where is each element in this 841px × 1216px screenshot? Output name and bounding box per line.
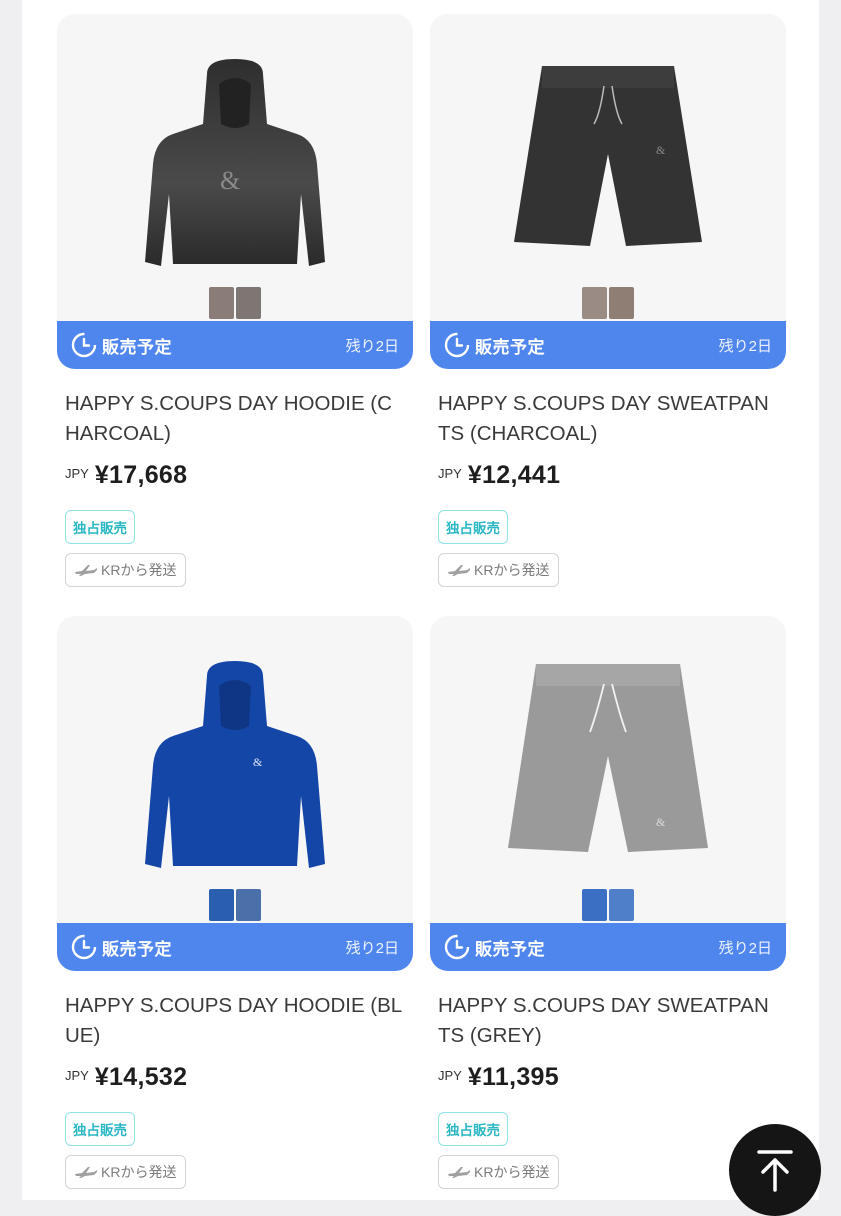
sale-status-bar: 販売予定 残り2日 [57,321,413,369]
svg-text:&: & [656,143,666,157]
svg-text:&: & [253,755,263,769]
currency-label: JPY [65,466,89,481]
member-photo [209,287,234,319]
svg-text:&: & [220,166,240,195]
member-photo [236,889,261,921]
product-grid: & 販売予定 残り2日 HAPPY S.COUPS DAY HOODIE (CH… [22,0,819,1200]
sale-status-bar: 販売予定 残り2日 [57,923,413,971]
airplane-icon [448,565,470,576]
member-thumbnails [430,287,786,319]
sale-status-label: 販売予定 [475,939,545,959]
clock-icon [444,332,470,358]
airplane-icon [75,1167,97,1178]
product-title[interactable]: HAPPY S.COUPS DAY SWEATPANTS (CHARCOAL) [438,389,778,449]
member-photo [209,889,234,921]
member-photo [609,287,634,319]
sale-status-label: 販売予定 [475,337,545,357]
currency-label: JPY [65,1068,89,1083]
days-remaining: 残り2日 [718,939,772,957]
clock-icon [444,934,470,960]
product-title[interactable]: HAPPY S.COUPS DAY HOODIE (BLUE) [65,991,405,1051]
product-card[interactable]: & 販売予定 残り2日 HAPPY S.COUPS DAY HOODIE (CH… [57,14,413,587]
airplane-icon [75,565,97,576]
svg-text:&: & [656,815,666,829]
sale-status-label: 販売予定 [102,337,172,357]
currency-label: JPY [438,466,462,481]
member-photo [582,889,607,921]
price-row: JPY ¥12,441 [438,461,778,490]
product-card[interactable]: & 販売予定 残り2日 HAPPY S.COUPS DAY SWEATPANTS… [430,14,786,587]
scroll-to-top-button[interactable] [729,1124,821,1216]
shipping-badge: KRから発送 [438,553,560,587]
days-remaining: 残り2日 [718,337,772,355]
price-value: ¥12,441 [467,461,561,489]
shorts-icon: & [514,66,702,246]
clock-icon [71,934,97,960]
price-value: ¥17,668 [94,461,188,489]
price-row: JPY ¥17,668 [65,461,405,490]
hoodie-icon: & [145,661,325,868]
days-remaining: 残り2日 [345,939,399,957]
currency-label: JPY [438,1068,462,1083]
product-image[interactable]: & 販売予定 残り2日 [57,616,413,971]
member-thumbnails [430,889,786,921]
shorts-icon: & [508,664,708,852]
exclusive-badge: 独占販売 [65,510,135,544]
member-thumbnails [57,889,413,921]
member-photo [582,287,607,319]
shipping-label: KRから発送 [474,562,550,578]
sale-status-bar: 販売予定 残り2日 [430,923,786,971]
sale-status-label: 販売予定 [102,939,172,959]
member-photo [609,889,634,921]
airplane-icon [448,1167,470,1178]
exclusive-badge: 独占販売 [438,510,508,544]
shipping-label: KRから発送 [101,562,177,578]
product-card[interactable]: & 販売予定 残り2日 HAPPY S.COUPS DAY SWEATPANTS… [430,616,786,1189]
arrow-up-icon [757,1150,793,1192]
exclusive-badge: 独占販売 [438,1112,508,1146]
shipping-badge: KRから発送 [65,1155,187,1189]
product-title[interactable]: HAPPY S.COUPS DAY HOODIE (CHARCOAL) [65,389,405,449]
price-value: ¥14,532 [94,1063,188,1091]
product-title[interactable]: HAPPY S.COUPS DAY SWEATPANTS (GREY) [438,991,778,1051]
product-image[interactable]: & 販売予定 残り2日 [57,14,413,369]
price-value: ¥11,395 [467,1063,559,1091]
shipping-badge: KRから発送 [438,1155,560,1189]
shipping-label: KRから発送 [474,1164,550,1180]
member-photo [236,287,261,319]
product-image[interactable]: & 販売予定 残り2日 [430,14,786,369]
product-card[interactable]: & 販売予定 残り2日 HAPPY S.COUPS DAY HOODIE (BL… [57,616,413,1189]
shipping-label: KRから発送 [101,1164,177,1180]
member-thumbnails [57,287,413,319]
exclusive-badge: 独占販売 [65,1112,135,1146]
days-remaining: 残り2日 [345,337,399,355]
price-row: JPY ¥11,395 [438,1063,778,1092]
clock-icon [71,332,97,358]
price-row: JPY ¥14,532 [65,1063,405,1092]
hoodie-icon: & [145,59,325,266]
sale-status-bar: 販売予定 残り2日 [430,321,786,369]
product-image[interactable]: & 販売予定 残り2日 [430,616,786,971]
shipping-badge: KRから発送 [65,553,187,587]
